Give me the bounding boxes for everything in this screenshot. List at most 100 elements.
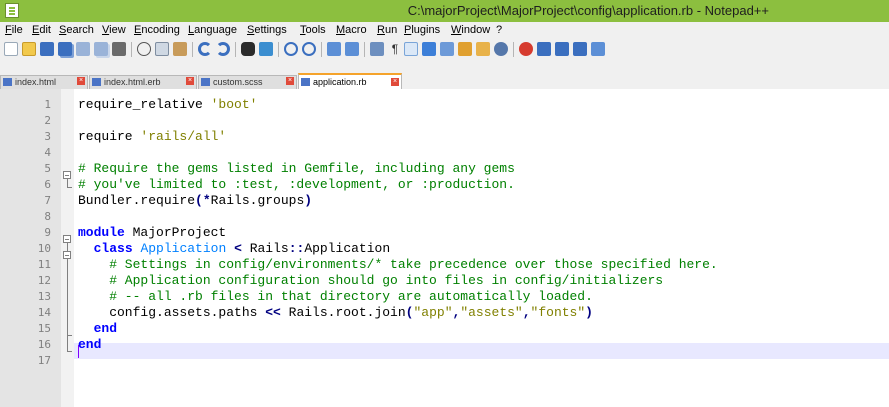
code-token: Rails.groups [210, 193, 305, 208]
code-line[interactable]: 12 # Application configuration should go… [0, 273, 889, 289]
code-line[interactable]: 14 config.assets.paths << Rails.root.joi… [0, 305, 889, 321]
menu-search[interactable]: Search [59, 24, 94, 36]
zoom-in-icon[interactable] [284, 42, 298, 56]
code-line[interactable]: 10 class Application < Rails::Applicatio… [0, 241, 889, 257]
user-language-icon[interactable] [422, 42, 436, 56]
zoom-out-icon[interactable] [302, 42, 316, 56]
tab-bar: index.html × index.html.erb × custom.scs… [0, 61, 889, 90]
menu-view[interactable]: View [102, 24, 126, 36]
save-macro-icon[interactable] [591, 42, 605, 56]
record-macro-icon[interactable] [519, 42, 533, 56]
undo-icon[interactable] [198, 42, 212, 56]
word-wrap-icon[interactable] [370, 42, 384, 56]
code-line[interactable]: 16 end [0, 337, 889, 353]
new-file-icon[interactable] [4, 42, 18, 56]
code-text: end [78, 337, 101, 353]
code-token: "assets" [460, 305, 523, 320]
code-line[interactable]: 5 # Require the gems listed in Gemfile, i… [0, 161, 889, 177]
code-text: module MajorProject [78, 225, 226, 241]
file-icon [92, 78, 101, 86]
play-macro-icon[interactable] [555, 42, 569, 56]
replace-icon[interactable] [259, 42, 273, 56]
code-token: # Require the gems listed in Gemfile, in… [78, 161, 515, 176]
stop-record-icon[interactable] [537, 42, 551, 56]
close-tab-icon[interactable]: × [286, 77, 294, 85]
menu-file[interactable]: File [5, 24, 23, 36]
menu-window[interactable]: Window [451, 24, 490, 36]
print-icon[interactable] [112, 42, 126, 56]
save-all-icon[interactable] [58, 42, 72, 56]
indent-guide-icon[interactable] [404, 42, 418, 56]
code-line[interactable]: 13 # -- all .rb files in that directory … [0, 289, 889, 305]
toolbar-separator [321, 42, 322, 57]
code-token: 'rails/all' [140, 129, 227, 144]
code-token: class [93, 241, 133, 256]
copy-icon[interactable] [155, 42, 169, 56]
tab-custom-scss[interactable]: custom.scss × [198, 75, 297, 89]
toolbar-separator [364, 42, 365, 57]
tab-label: index.html.erb [104, 77, 161, 87]
sync-vertical-icon[interactable] [327, 42, 341, 56]
sync-horizontal-icon[interactable] [345, 42, 359, 56]
close-icon[interactable] [76, 42, 90, 56]
line-number: 6 [44, 178, 51, 191]
code-line[interactable]: 15 end [0, 321, 889, 337]
menu-help[interactable]: ? [496, 24, 502, 36]
find-icon[interactable] [241, 42, 255, 56]
code-line[interactable]: 17 [0, 353, 889, 369]
code-token: end [78, 337, 102, 352]
code-token: (* [195, 193, 211, 208]
line-number: 3 [44, 130, 51, 143]
monitor-icon[interactable] [494, 42, 508, 56]
code-line[interactable]: 4 [0, 145, 889, 161]
code-token: require [78, 129, 141, 144]
code-token: # Application configuration should go in… [78, 273, 664, 288]
code-line[interactable]: 9 module MajorProject [0, 225, 889, 241]
close-tab-icon[interactable]: × [186, 77, 194, 85]
menu-encoding[interactable]: Encoding [134, 24, 180, 36]
menu-settings[interactable]: Settings [247, 24, 287, 36]
code-text: # -- all .rb files in that directory are… [78, 289, 593, 305]
tab-application-rb[interactable]: application.rb × [298, 73, 402, 90]
folder-workspace-icon[interactable] [476, 42, 490, 56]
line-number: 15 [37, 322, 51, 335]
menu-plugins[interactable]: Plugins [404, 24, 440, 36]
tab-index-html[interactable]: index.html × [0, 75, 88, 89]
function-list-icon[interactable] [458, 42, 472, 56]
code-token: "fonts" [530, 305, 586, 320]
code-line[interactable]: 8 [0, 209, 889, 225]
cut-icon[interactable] [137, 42, 151, 56]
open-file-icon[interactable] [22, 42, 36, 56]
code-line[interactable]: 2 [0, 113, 889, 129]
code-token: Rails [241, 241, 289, 256]
menu-macro[interactable]: Macro [336, 24, 367, 36]
menu-language[interactable]: Language [188, 24, 237, 36]
code-editor[interactable]: 1 require_relative 'boot' 2 3 require 'rails… [0, 89, 889, 407]
code-token: "app" [413, 305, 453, 320]
code-line[interactable]: 6 # you've limited to :test, :development… [0, 177, 889, 193]
close-tab-icon[interactable]: × [391, 78, 399, 86]
code-token: << [265, 305, 281, 320]
redo-icon[interactable] [216, 42, 230, 56]
code-line[interactable]: 7 Bundler.require(*Rails.groups) [0, 193, 889, 209]
file-icon [201, 78, 210, 86]
close-tab-icon[interactable]: × [77, 77, 85, 85]
line-number: 10 [37, 242, 51, 255]
menu-run[interactable]: Run [377, 24, 397, 36]
code-line[interactable]: 1 require_relative 'boot' [0, 97, 889, 113]
line-number: 13 [37, 290, 51, 303]
doc-map-icon[interactable] [440, 42, 454, 56]
save-icon[interactable] [40, 42, 54, 56]
code-line[interactable]: 11 # Settings in config/environments/* t… [0, 257, 889, 273]
tab-index-html-erb[interactable]: index.html.erb × [89, 75, 197, 89]
menu-edit[interactable]: Edit [32, 24, 51, 36]
code-text: require_relative 'boot' [78, 97, 257, 113]
show-all-chars-icon[interactable]: ¶ [388, 42, 402, 56]
menu-tools[interactable]: Tools [300, 24, 326, 36]
run-macro-multiple-icon[interactable] [573, 42, 587, 56]
close-all-icon[interactable] [94, 42, 108, 56]
code-line[interactable]: 3 require 'rails/all' [0, 129, 889, 145]
code-token: Bundler.require [78, 193, 196, 208]
paste-icon[interactable] [173, 42, 187, 56]
